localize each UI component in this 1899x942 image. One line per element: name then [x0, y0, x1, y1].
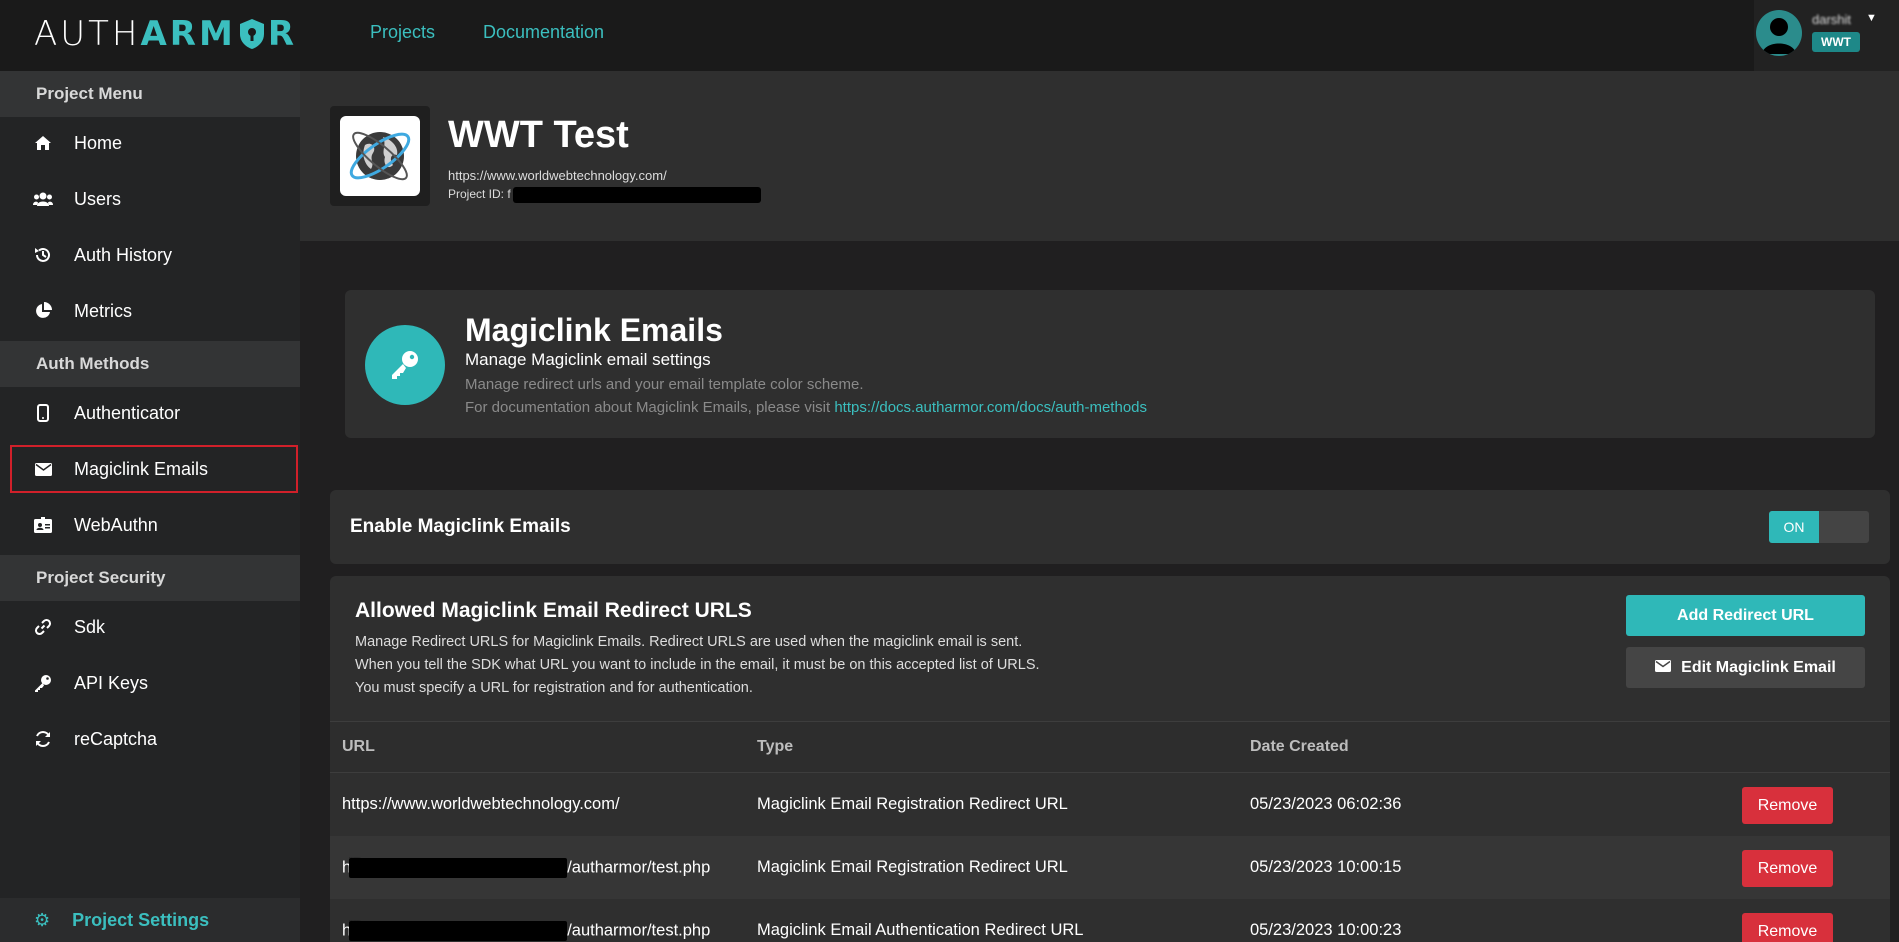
- id-badge-icon: [32, 514, 54, 536]
- cell-url: http://dev7.worldwebdev.in/autharmor/tes…: [342, 921, 711, 941]
- key-icon: [365, 325, 445, 405]
- sidebar-item-label: Auth History: [74, 244, 173, 265]
- nav-documentation-link[interactable]: Documentation: [483, 22, 604, 43]
- nav-projects-link[interactable]: Projects: [370, 22, 435, 43]
- pie-chart-icon: [32, 300, 54, 322]
- globe-icon: [349, 131, 411, 181]
- envelope-icon: [32, 458, 54, 480]
- toggle-state: ON: [1769, 511, 1819, 543]
- sidebar-item-label: Users: [74, 188, 122, 209]
- sidebar-item-project-settings[interactable]: ⚙ Project Settings: [0, 898, 300, 942]
- documentation-note: For documentation about Magiclink Emails…: [465, 399, 1147, 416]
- project-id: Project ID: f: [448, 187, 761, 203]
- project-logo: [330, 106, 430, 206]
- sidebar-item-label: Metrics: [74, 300, 132, 321]
- enable-magiclink-toggle[interactable]: ON: [1769, 511, 1869, 543]
- project-url: https://www.worldwebtechnology.com/: [448, 168, 667, 183]
- table-row: http://dev7.worldwebdev.in/autharmor/tes…: [330, 836, 1890, 899]
- table-row: http://dev7.worldwebdev.in/autharmor/tes…: [330, 899, 1890, 942]
- sidebar-section-project-security: Project Security: [0, 555, 300, 601]
- history-icon: [32, 244, 54, 266]
- sidebar: Project Menu Home Users Auth History Met…: [0, 71, 300, 942]
- section-subtitle: Manage Magiclink email settings: [465, 350, 711, 369]
- table-row: https://www.worldwebtechnology.com/ Magi…: [330, 773, 1890, 836]
- sidebar-item-label: API Keys: [74, 672, 149, 693]
- column-header-url: URL: [342, 738, 375, 755]
- sidebar-section-auth-methods: Auth Methods: [0, 341, 300, 387]
- chevron-down-icon[interactable]: ▼: [1866, 12, 1877, 24]
- cell-type: Magiclink Email Registration Redirect UR…: [757, 858, 1068, 876]
- shield-lock-icon: [239, 19, 264, 49]
- envelope-icon: [1655, 659, 1672, 676]
- cell-url: https://www.worldwebtechnology.com/: [342, 795, 620, 813]
- page-title: WWT Test: [448, 114, 629, 156]
- avatar[interactable]: [1756, 10, 1802, 56]
- redirect-urls-description-line: When you tell the SDK what URL you want …: [355, 657, 1040, 673]
- cell-type: Magiclink Email Authentication Redirect …: [757, 921, 1084, 939]
- sync-icon: [32, 728, 54, 750]
- add-redirect-url-button[interactable]: Add Redirect URL: [1626, 595, 1865, 636]
- gear-icon: ⚙: [34, 909, 51, 930]
- edit-magiclink-email-button[interactable]: Edit Magiclink Email: [1626, 647, 1865, 688]
- sidebar-item-label: WebAuthn: [74, 514, 158, 535]
- redirect-urls-description-line: You must specify a URL for registration …: [355, 680, 753, 696]
- sidebar-item-label: Magiclink Emails: [74, 458, 209, 479]
- sidebar-item-authenticator[interactable]: Authenticator: [0, 387, 300, 439]
- sidebar-item-webauthn[interactable]: WebAuthn: [0, 499, 300, 551]
- sidebar-item-label: Sdk: [74, 616, 106, 637]
- remove-button[interactable]: Remove: [1742, 787, 1833, 824]
- home-icon: [32, 132, 54, 154]
- autharmor-logo[interactable]: AUTH ARM R: [34, 14, 297, 54]
- sidebar-item-api-keys[interactable]: API Keys: [0, 657, 300, 709]
- table-header: URL Type Date Created: [330, 721, 1890, 773]
- section-title: Magiclink Emails: [465, 312, 723, 348]
- enable-magiclink-label: Enable Magiclink Emails: [350, 516, 571, 537]
- mobile-icon: [32, 402, 54, 424]
- sidebar-item-sdk[interactable]: Sdk: [0, 601, 300, 653]
- cell-type: Magiclink Email Registration Redirect UR…: [757, 795, 1068, 813]
- documentation-link[interactable]: https://docs.autharmor.com/docs/auth-met…: [834, 399, 1147, 416]
- sidebar-item-label: Authenticator: [74, 402, 181, 423]
- cell-date: 05/23/2023 06:02:36: [1250, 795, 1402, 813]
- sidebar-item-label: Home: [74, 132, 123, 153]
- cell-date: 05/23/2023 10:00:23: [1250, 921, 1402, 939]
- sidebar-section-project-menu: Project Menu: [0, 71, 300, 117]
- redirect-urls-title: Allowed Magiclink Email Redirect URLS: [355, 599, 752, 622]
- key-icon: [32, 672, 54, 694]
- redacted-url-host: ttp://dev7.worldwebdev.in: [349, 858, 568, 878]
- sidebar-item-label: Project Settings: [72, 909, 210, 930]
- remove-button[interactable]: Remove: [1742, 913, 1833, 942]
- section-description: Manage redirect urls and your email temp…: [465, 376, 864, 393]
- sidebar-item-recaptcha[interactable]: reCaptcha: [0, 713, 300, 765]
- column-header-type: Type: [757, 738, 794, 755]
- top-navbar: AUTH ARM R Projects Documentation: [0, 0, 1899, 71]
- users-icon: [32, 188, 54, 210]
- redirect-urls-description-line: Manage Redirect URLS for Magiclink Email…: [355, 634, 1023, 650]
- link-icon: [32, 616, 54, 638]
- sidebar-item-auth-history[interactable]: Auth History: [0, 229, 300, 281]
- cell-date: 05/23/2023 10:00:15: [1250, 858, 1402, 876]
- remove-button[interactable]: Remove: [1742, 850, 1833, 887]
- sidebar-item-label: reCaptcha: [74, 728, 158, 749]
- cell-url: http://dev7.worldwebdev.in/autharmor/tes…: [342, 858, 711, 878]
- redacted-url-host: ttp://dev7.worldwebdev.in: [349, 921, 568, 941]
- sidebar-item-home[interactable]: Home: [0, 117, 300, 169]
- sidebar-item-users[interactable]: Users: [0, 173, 300, 225]
- sidebar-item-magiclink-emails[interactable]: Magiclink Emails: [10, 445, 298, 493]
- org-badge: WWT: [1812, 32, 1860, 52]
- user-avatar-icon: [1762, 18, 1796, 54]
- redacted-project-id: [512, 187, 761, 203]
- user-name: darshit: [1812, 12, 1852, 27]
- column-header-date-created: Date Created: [1250, 738, 1349, 755]
- sidebar-item-metrics[interactable]: Metrics: [0, 285, 300, 337]
